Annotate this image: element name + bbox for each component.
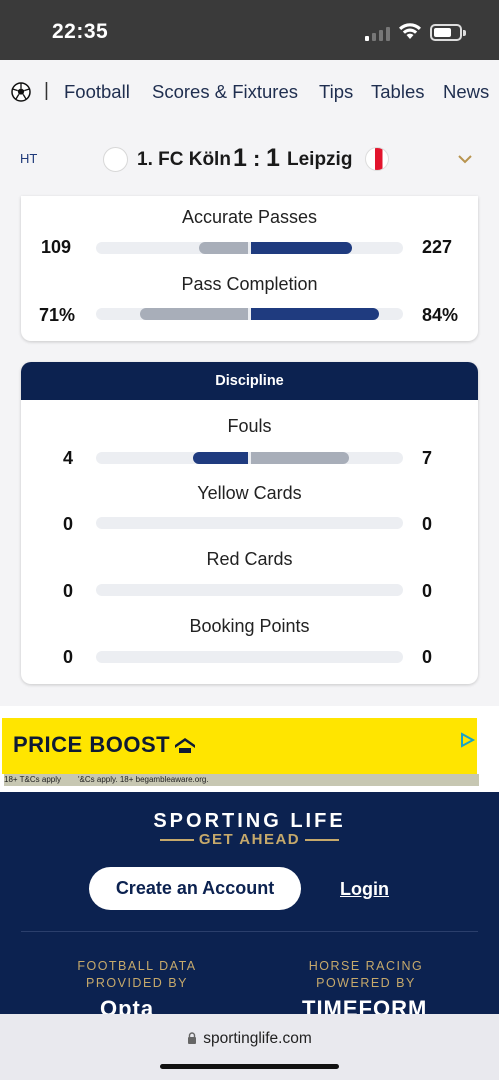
- ad-banner[interactable]: PRICE BOOST 18+ T&Cs apply '&Cs apply. 1…: [2, 718, 479, 786]
- home-team-crest-icon: [103, 147, 128, 172]
- brand-logo: SPORTING LIFE: [153, 810, 346, 832]
- away-team-name: Leipzig: [287, 149, 353, 170]
- lock-icon: [188, 1032, 197, 1044]
- ad-title: PRICE BOOST: [13, 732, 171, 757]
- discipline-card: Discipline Fouls 4 7 Yellow Cards 0 0 Re…: [21, 362, 478, 684]
- footer-divider: [21, 931, 478, 932]
- stat-title: Accurate Passes: [181, 207, 318, 227]
- stat-home-value: 4: [63, 448, 74, 468]
- stat-home-value: 109: [41, 237, 72, 257]
- stat-away-value: 0: [422, 581, 433, 601]
- url-text: sportinglife.com: [203, 1030, 312, 1047]
- football-data-credit: FOOTBALL DATA PROVIDED BY: [52, 958, 222, 992]
- stat-title: Fouls: [227, 416, 272, 436]
- stat-bar: [96, 242, 403, 254]
- stat-bar: [96, 452, 403, 464]
- nav-item-scores-fixtures[interactable]: Scores & Fixtures: [152, 81, 298, 103]
- stat-bar: [96, 584, 403, 596]
- stat-bar-away: [250, 452, 349, 464]
- stat-bar-away: [250, 308, 380, 320]
- nav-item-news[interactable]: News: [443, 81, 489, 103]
- stat-bar: [96, 517, 403, 529]
- chevron-down-icon[interactable]: [457, 153, 473, 165]
- status-bar: 22:35: [0, 0, 499, 60]
- stat-bar-home: [139, 308, 249, 320]
- ad-terms-left: 18+ T&Cs apply: [4, 775, 61, 784]
- credit-line: FOOTBALL DATA: [77, 959, 197, 973]
- discipline-header: Discipline: [21, 362, 478, 400]
- match-status: HT: [20, 151, 38, 166]
- score-separator: :: [253, 146, 261, 171]
- stat-bar: [96, 308, 403, 320]
- ad-terms-right: '&Cs apply. 18+ begambleaware.org.: [78, 775, 209, 784]
- stat-bar-home: [199, 242, 249, 254]
- stat-title: Yellow Cards: [197, 483, 302, 503]
- tagline-rule: [305, 839, 339, 841]
- nav-separator: |: [44, 80, 49, 101]
- stat-away-value: 84%: [422, 305, 459, 325]
- stat-bar-home: [193, 452, 249, 464]
- login-link[interactable]: Login: [340, 879, 389, 900]
- nav-item-tables[interactable]: Tables: [371, 81, 424, 103]
- brand-tagline: GET AHEAD: [198, 831, 301, 848]
- away-score: 1: [266, 144, 280, 172]
- stat-away-value: 7: [422, 448, 433, 468]
- create-account-button[interactable]: Create an Account: [89, 867, 301, 910]
- browser-url-bar[interactable]: sportinglife.com: [0, 1014, 499, 1080]
- stat-away-value: 0: [422, 514, 433, 534]
- stat-bar-away: [250, 242, 352, 254]
- stat-away-value: 0: [422, 647, 433, 667]
- stat-home-value: 0: [63, 647, 74, 667]
- nav-item-tips[interactable]: Tips: [319, 81, 353, 103]
- stat-home-value: 0: [63, 581, 74, 601]
- football-icon[interactable]: [11, 82, 31, 102]
- status-time: 22:35: [52, 20, 109, 43]
- horse-racing-credit: HORSE RACING POWERED BY: [281, 958, 451, 992]
- stat-title: Booking Points: [189, 616, 310, 636]
- passing-stats-card: Accurate Passes 109 227 Pass Completion …: [21, 196, 478, 341]
- home-indicator[interactable]: [160, 1064, 339, 1069]
- match-score-bar[interactable]: HT 1. FC Köln 1 : 1 Leipzig: [0, 124, 499, 196]
- site-footer: SPORTING LIFE GET AHEAD Create an Accoun…: [0, 792, 499, 1021]
- credit-line: PROVIDED BY: [86, 976, 188, 990]
- house-logo-icon: [175, 738, 195, 753]
- top-nav: | Football Scores & Fixtures Tips Tables…: [0, 60, 499, 124]
- battery-icon: [430, 24, 466, 41]
- home-team-name: 1. FC Köln: [137, 149, 231, 170]
- stat-home-value: 0: [63, 514, 74, 534]
- nav-item-football[interactable]: Football: [64, 81, 130, 103]
- wifi-icon: [399, 23, 421, 39]
- cellular-signal-icon: [365, 26, 391, 41]
- away-team-crest-icon: [365, 147, 389, 171]
- credit-line: POWERED BY: [316, 976, 416, 990]
- stat-bar: [96, 651, 403, 663]
- stat-title: Red Cards: [206, 549, 293, 569]
- home-score: 1: [233, 144, 247, 172]
- stat-away-value: 227: [422, 237, 453, 257]
- ad-terms-strip: [4, 774, 479, 786]
- credit-line: HORSE RACING: [308, 959, 424, 973]
- url-display[interactable]: sportinglife.com: [0, 1030, 499, 1048]
- stat-home-value: 71%: [39, 305, 76, 325]
- stat-title: Pass Completion: [181, 274, 318, 294]
- ad-container: PRICE BOOST 18+ T&Cs apply '&Cs apply. 1…: [0, 706, 499, 792]
- adchoices-icon[interactable]: [458, 732, 476, 748]
